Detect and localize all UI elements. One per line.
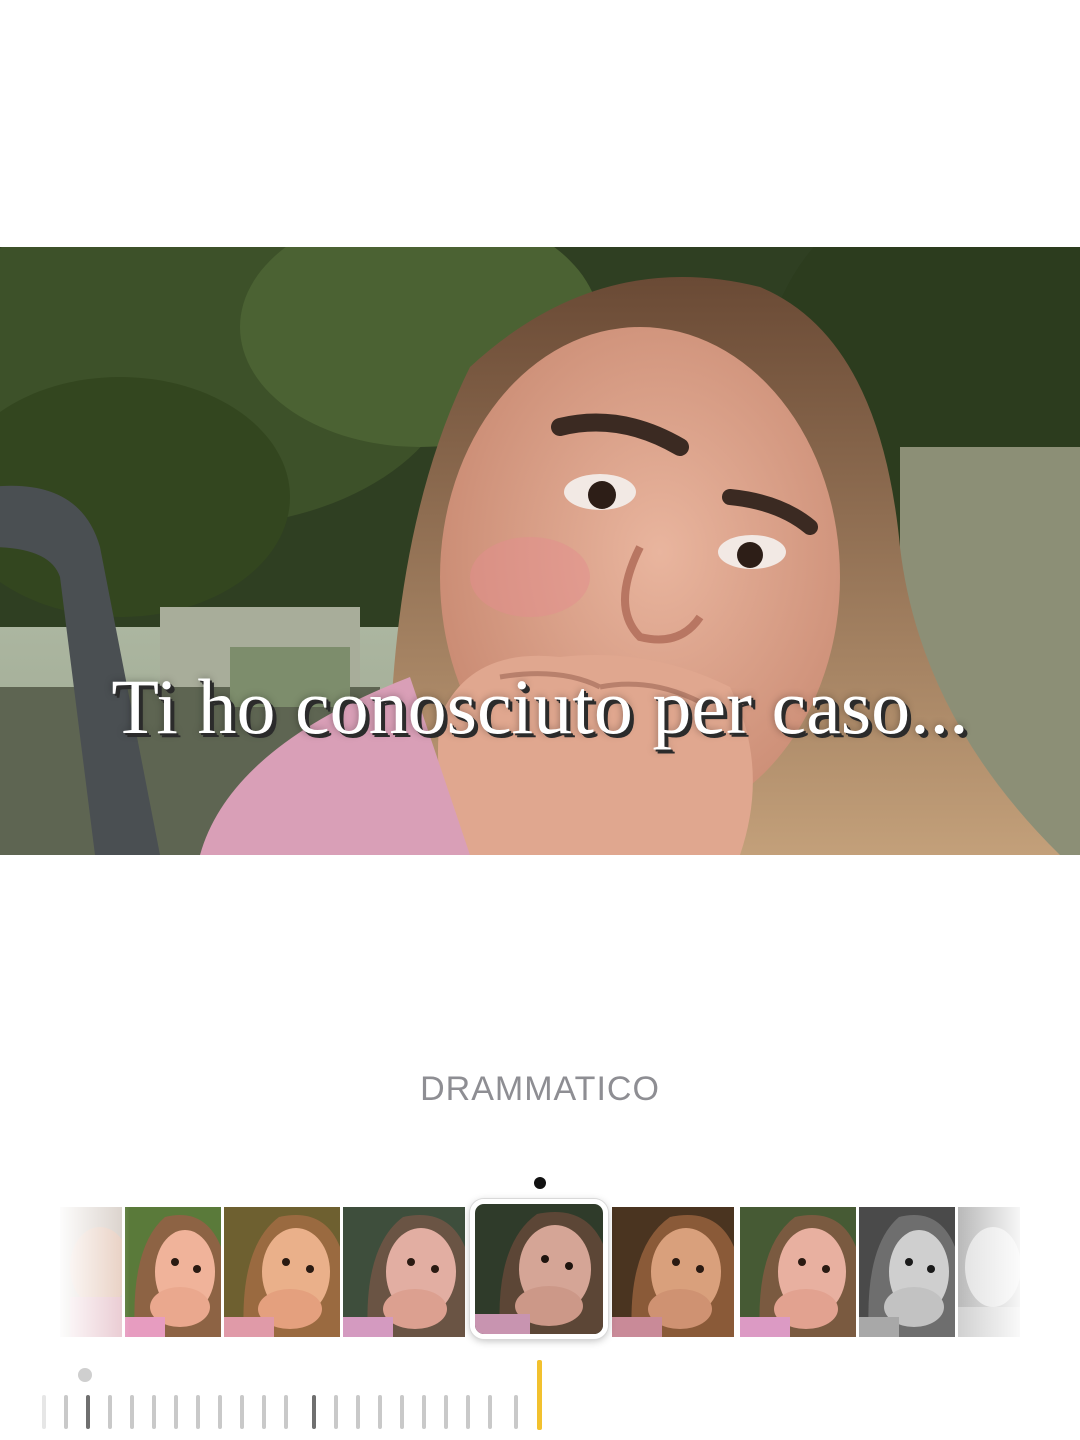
slider-tick <box>64 1395 68 1429</box>
slider-start-marker <box>78 1368 92 1382</box>
slider-tick <box>488 1395 492 1429</box>
selected-filter-indicator <box>534 1177 546 1189</box>
filter-thumbnail-natural[interactable] <box>740 1207 856 1337</box>
filter-thumbnail-faded[interactable] <box>60 1207 122 1337</box>
filter-thumbnail-warm[interactable] <box>224 1207 340 1337</box>
edited-photo[interactable] <box>0 247 1080 855</box>
photo-editor-screen: Ti ho conosciuto per caso... DRAMMATICO <box>0 0 1080 1440</box>
slider-tick <box>262 1395 266 1429</box>
filter-thumbnail-vivid[interactable] <box>125 1207 221 1337</box>
slider-tick <box>422 1395 426 1429</box>
photo-caption-text[interactable]: Ti ho conosciuto per caso... <box>0 662 1080 752</box>
slider-tick <box>130 1395 134 1429</box>
selected-filter-label: DRAMMATICO <box>420 1070 660 1108</box>
slider-tick <box>42 1395 46 1429</box>
filter-thumbnail-cool[interactable] <box>343 1207 465 1337</box>
slider-tick <box>174 1395 178 1429</box>
slider-tick <box>466 1395 470 1429</box>
filter-thumbnail-mono[interactable] <box>859 1207 955 1337</box>
filter-thumbnail-drammatico[interactable] <box>470 1199 608 1339</box>
slider-tick <box>284 1395 288 1429</box>
filter-thumbnail-sepia[interactable] <box>612 1207 734 1337</box>
slider-tick <box>514 1395 518 1429</box>
slider-tick <box>378 1395 382 1429</box>
slider-tick <box>444 1395 448 1429</box>
slider-tick <box>400 1395 404 1429</box>
slider-tick <box>218 1395 222 1429</box>
slider-tick <box>86 1395 90 1429</box>
photo-image <box>0 247 1080 855</box>
slider-tick <box>312 1395 316 1429</box>
slider-tick <box>152 1395 156 1429</box>
slider-tick <box>240 1395 244 1429</box>
filter-intensity-slider[interactable] <box>40 1360 560 1432</box>
filter-thumbnail-silvertone[interactable] <box>958 1207 1020 1337</box>
slider-tick <box>356 1395 360 1429</box>
slider-current-position[interactable] <box>537 1360 542 1430</box>
slider-tick <box>196 1395 200 1429</box>
slider-tick <box>334 1395 338 1429</box>
slider-tick <box>108 1395 112 1429</box>
